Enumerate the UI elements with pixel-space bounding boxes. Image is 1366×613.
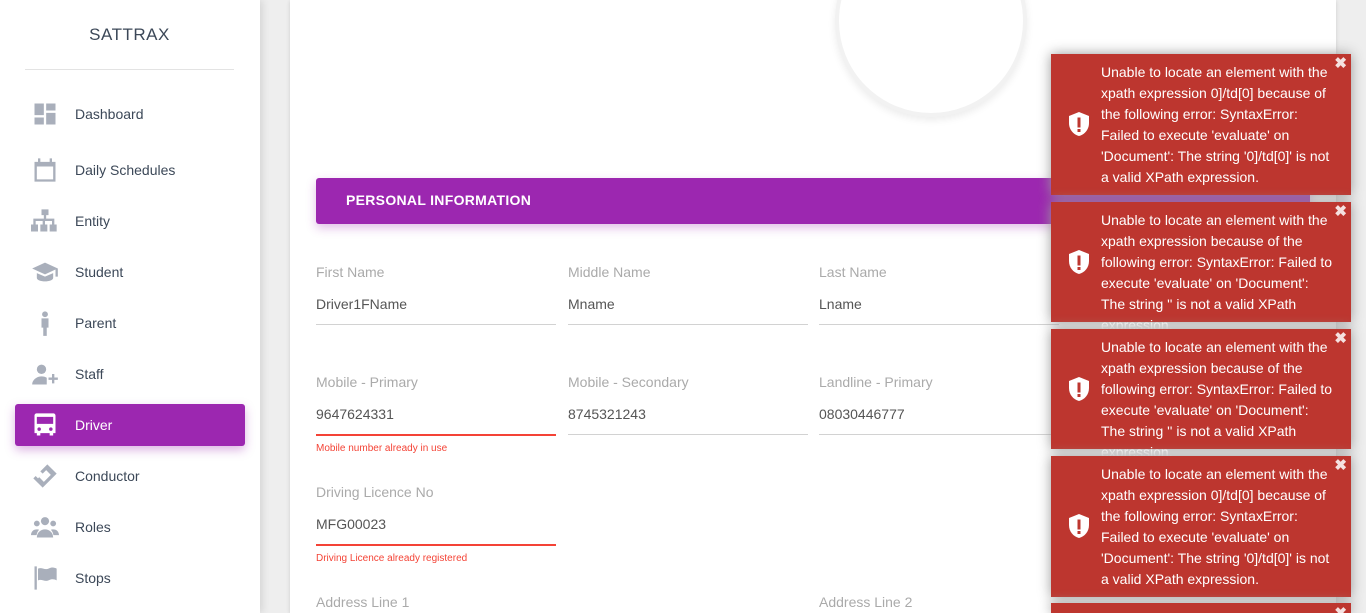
shield-alert-icon [1069, 514, 1089, 538]
toast-message: Unable to locate an element with the xpa… [1101, 64, 1330, 185]
error-toast[interactable]: ✖ Unable to locate an element with the x… [1051, 456, 1351, 597]
sidebar-item-entity[interactable]: Entity [15, 200, 245, 242]
toast-message: Unable to locate an element with the xpa… [1101, 339, 1333, 460]
sidebar-item-label: Parent [75, 315, 117, 331]
field-label: Address Line 1 [316, 594, 410, 610]
sidebar-item-label: Roles [75, 519, 111, 535]
middle-name-field[interactable]: Middle Name Mname [568, 264, 808, 325]
close-icon[interactable]: ✖ [1334, 458, 1347, 474]
first-name-field[interactable]: First Name Driver1FName [316, 264, 556, 325]
first-name-input[interactable]: Driver1FName [316, 296, 556, 317]
error-toast[interactable]: ✖ Unable to locate an element with the x… [1051, 329, 1351, 460]
sidebar-item-label: Daily Schedules [75, 162, 176, 178]
shield-alert-icon [1069, 377, 1089, 401]
address-line-1-field[interactable]: Address Line 1 [316, 594, 556, 613]
sidebar-item-daily-schedules[interactable]: Daily Schedules [15, 149, 245, 191]
mobile-primary-field[interactable]: Mobile - Primary 9647624331 Mobile numbe… [316, 374, 556, 454]
avatar[interactable] [835, 0, 1027, 117]
shield-alert-icon [1069, 112, 1089, 136]
driving-licence-input[interactable]: MFG00023 [316, 516, 556, 537]
sidebar-item-label: Student [75, 264, 124, 280]
sidebar-item-roles[interactable]: Roles [15, 506, 245, 548]
field-label: First Name [316, 264, 385, 280]
close-icon[interactable]: ✖ [1334, 606, 1347, 613]
field-underline [316, 324, 556, 325]
field-underline [316, 544, 556, 546]
ticket-icon [15, 455, 75, 497]
calendar-icon [15, 149, 75, 191]
toast-message: Unable to locate an element with the xpa… [1101, 212, 1333, 333]
flag-icon [15, 557, 75, 599]
sidebar-item-label: Driver [75, 417, 113, 433]
field-label: Landline - Primary [819, 374, 933, 390]
close-icon[interactable]: ✖ [1334, 204, 1347, 220]
sidebar-item-label: Dashboard [75, 106, 144, 122]
middle-name-input[interactable]: Mname [568, 296, 808, 317]
error-toast[interactable]: ✖ [1051, 603, 1351, 613]
sidebar-item-label: Entity [75, 213, 111, 229]
error-toast[interactable]: ✖ Unable to locate an element with the x… [1051, 54, 1351, 195]
mobile-secondary-field[interactable]: Mobile - Secondary 8745321243 [568, 374, 808, 435]
error-toast[interactable]: ✖ Unable to locate an element with the x… [1051, 202, 1351, 333]
close-icon[interactable]: ✖ [1334, 331, 1347, 347]
driving-licence-field[interactable]: Driving Licence No MFG00023 Driving Lice… [316, 484, 556, 564]
users-icon [15, 506, 75, 548]
sidebar-item-dashboard[interactable]: Dashboard [15, 93, 245, 135]
field-label: Mobile - Primary [316, 374, 418, 390]
shield-alert-icon [1069, 250, 1089, 274]
toast-message: Unable to locate an element with the xpa… [1101, 466, 1330, 587]
brand-title: SATTRAX [25, 0, 234, 70]
field-underline [568, 324, 808, 325]
sidebar-item-label: Staff [75, 366, 104, 382]
landline-primary-field[interactable]: Landline - Primary 08030446777 [819, 374, 1059, 435]
field-underline [819, 434, 1059, 435]
field-label: Mobile - Secondary [568, 374, 689, 390]
address-line-2-field[interactable]: Address Line 2 [819, 594, 1059, 613]
sidebar-item-driver[interactable]: Driver [15, 404, 245, 446]
sitemap-icon [15, 200, 75, 242]
last-name-field[interactable]: Last Name Lname [819, 264, 1059, 325]
sidebar-item-conductor[interactable]: Conductor [15, 455, 245, 497]
field-underline [316, 434, 556, 436]
field-label: Middle Name [568, 264, 651, 280]
sidebar-item-stops[interactable]: Stops [15, 557, 245, 599]
mobile-secondary-input[interactable]: 8745321243 [568, 406, 808, 427]
user-plus-icon [15, 353, 75, 395]
sidebar-item-staff[interactable]: Staff [15, 353, 245, 395]
field-label: Driving Licence No [316, 484, 434, 500]
sidebar-item-label: Conductor [75, 468, 140, 484]
field-label: Address Line 2 [819, 594, 913, 610]
field-label: Last Name [819, 264, 887, 280]
sidebar: SATTRAX Dashboard Daily Schedules Entity… [0, 0, 260, 613]
field-error-message: Driving Licence already registered [316, 553, 468, 564]
sidebar-item-label: Stops [75, 570, 111, 586]
sidebar-item-parent[interactable]: Parent [15, 302, 245, 344]
landline-primary-input[interactable]: 08030446777 [819, 406, 1059, 427]
graduation-cap-icon [15, 251, 75, 293]
field-underline [819, 324, 1059, 325]
bus-icon [15, 404, 75, 446]
last-name-input[interactable]: Lname [819, 296, 1059, 317]
person-icon [15, 302, 75, 344]
dashboard-icon [15, 93, 75, 135]
close-icon[interactable]: ✖ [1334, 56, 1347, 72]
sidebar-item-student[interactable]: Student [15, 251, 245, 293]
mobile-primary-input[interactable]: 9647624331 [316, 406, 556, 427]
field-error-message: Mobile number already in use [316, 443, 448, 454]
field-underline [568, 434, 808, 435]
